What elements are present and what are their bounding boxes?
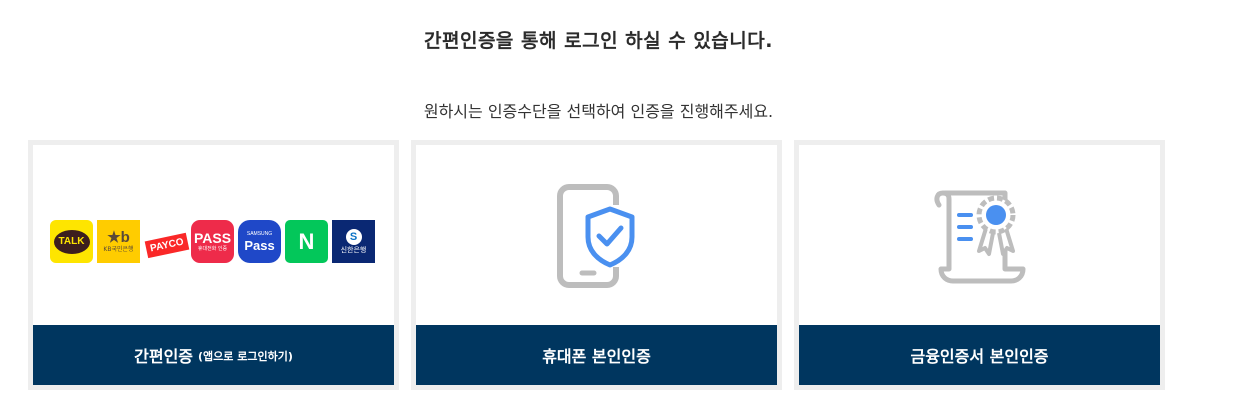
page-title: 간편인증을 통해 로그인 하실 수 있습니다. bbox=[424, 30, 773, 52]
pass-icon: PASS 휴대전화 인증 bbox=[191, 220, 234, 263]
simple-auth-button[interactable]: 간편인증 (앱으로 로그인하기) bbox=[33, 325, 394, 385]
certificate-icon bbox=[934, 190, 1026, 284]
phone-auth-card[interactable]: 휴대폰 본인인증 bbox=[411, 140, 782, 390]
kb-bank-icon: ★b KB국민은행 bbox=[97, 220, 140, 263]
phone-shield-icon bbox=[557, 184, 635, 288]
phone-auth-label: 휴대폰 본인인증 bbox=[542, 347, 651, 366]
certificate-auth-card[interactable]: 금융인증서 본인인증 bbox=[794, 140, 1165, 390]
certificate-auth-button[interactable]: 금융인증서 본인인증 bbox=[799, 325, 1160, 385]
shinhan-bank-icon: S 신한은행 bbox=[332, 220, 375, 263]
payco-icon: PAYCO bbox=[144, 220, 190, 263]
samsung-pass-icon: SAMSUNG Pass bbox=[238, 220, 281, 263]
simple-auth-sublabel: (앱으로 로그인하기) bbox=[198, 350, 293, 363]
phone-auth-button[interactable]: 휴대폰 본인인증 bbox=[416, 325, 777, 385]
kakao-talk-icon: TALK bbox=[50, 220, 93, 263]
naver-icon: N bbox=[285, 220, 328, 263]
simple-auth-label: 간편인증 bbox=[134, 347, 194, 366]
simple-auth-logos: TALK ★b KB국민은행 PAYCO PASS 휴대전화 인증 SAMSUN… bbox=[33, 145, 394, 325]
page-subtitle: 원하시는 인증수단을 선택하여 인증을 진행해주세요. bbox=[423, 102, 774, 121]
certificate-auth-label: 금융인증서 본인인증 bbox=[910, 347, 1049, 366]
simple-auth-card[interactable]: TALK ★b KB국민은행 PAYCO PASS 휴대전화 인증 SAMSUN… bbox=[28, 140, 399, 390]
